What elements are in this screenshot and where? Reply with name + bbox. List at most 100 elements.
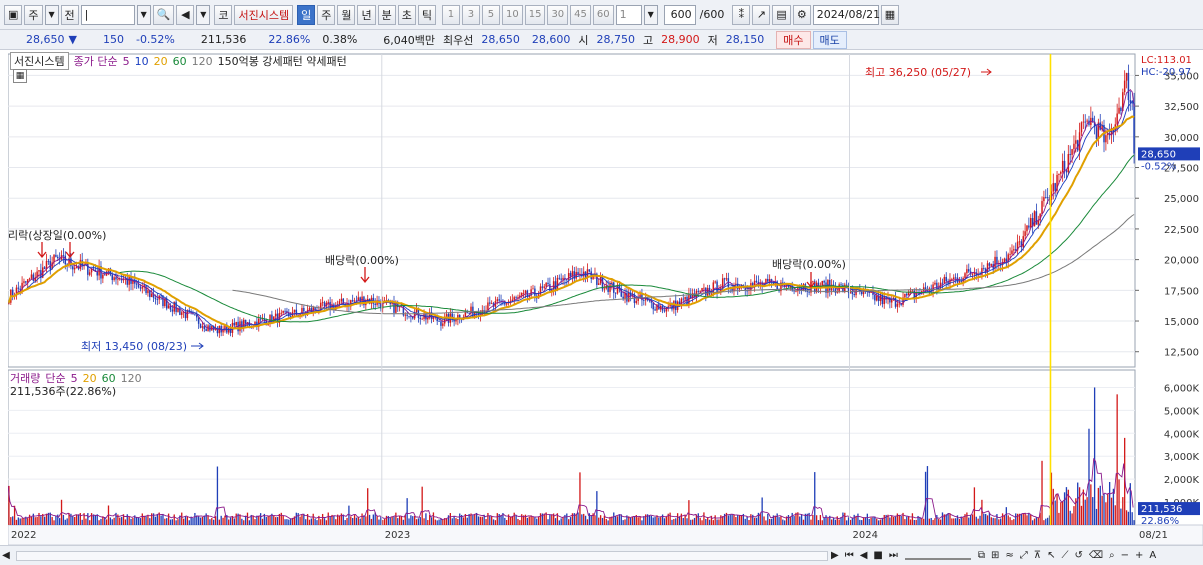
next-page-icon[interactable]: ⏭	[886, 547, 901, 565]
sell-button[interactable]: 매도	[812, 30, 847, 49]
code-dropdown-icon[interactable]: ▼	[136, 4, 151, 25]
layout-icon[interactable]: ▣	[4, 4, 23, 25]
volume-bar	[633, 516, 636, 525]
volume-bar	[1090, 484, 1092, 525]
candle-body	[652, 302, 654, 310]
trendline-icon[interactable]: ↗	[752, 4, 771, 25]
volume-bar	[705, 519, 707, 525]
volume-bar	[81, 519, 83, 525]
volume-bar	[665, 516, 668, 525]
volume-bar	[680, 513, 683, 525]
period-3-button[interactable]: 년	[357, 4, 376, 25]
gear-icon[interactable]: ⚙	[792, 4, 811, 25]
period-1-button[interactable]: 주	[317, 4, 336, 25]
interval-15-button[interactable]: 15	[524, 4, 546, 25]
interval-30-button[interactable]: 30	[547, 4, 569, 25]
zoom-slider[interactable]	[904, 552, 971, 560]
display-count-input[interactable]: 600	[663, 4, 696, 25]
cycle-tool-icon[interactable]: ↺	[1072, 547, 1086, 565]
font-size-icon[interactable]: A	[1146, 547, 1159, 565]
volume-bar	[938, 519, 940, 525]
interval-45-button[interactable]: 45	[570, 4, 591, 25]
interval-3-button[interactable]: 3	[461, 4, 480, 25]
volume-bar	[355, 517, 358, 525]
zoom-icon[interactable]: ⌕	[1106, 547, 1118, 565]
volume-bar	[727, 515, 729, 525]
market-prefix[interactable]: 코	[214, 4, 233, 25]
price-volume-chart[interactable]: 35,00032,50030,00027,50025,00022,50020,0…	[8, 52, 1203, 545]
date-input[interactable]: 2024/08/21	[812, 4, 880, 25]
period-0-button[interactable]: 일	[297, 4, 316, 25]
candle-body	[663, 310, 666, 312]
indicator-icon[interactable]: ⁑	[732, 4, 751, 25]
volume-bar	[782, 519, 784, 525]
code-input[interactable]: |	[80, 4, 135, 25]
calendar-icon[interactable]: ▦	[880, 4, 900, 25]
buy-button[interactable]: 매수	[776, 30, 811, 49]
scroll-left-icon[interactable]: ◀	[0, 547, 12, 565]
volume-bar	[342, 514, 344, 525]
stop-icon[interactable]: ■	[870, 547, 885, 565]
copy-icon[interactable]: ⧉	[975, 547, 988, 565]
legend-stock-name[interactable]: 서진시스템	[10, 52, 69, 70]
count-input[interactable]: 1	[615, 4, 642, 25]
volume-bar	[310, 518, 313, 525]
resize-icon[interactable]: ⤢	[1017, 547, 1031, 565]
volume-bar	[763, 516, 765, 525]
save-icon[interactable]: ▤	[772, 4, 791, 25]
eraser-icon[interactable]: ⌫	[1086, 547, 1106, 565]
candle-body	[853, 294, 855, 296]
volume-bar	[72, 516, 74, 525]
volume-bar	[89, 520, 91, 525]
grid-table-icon[interactable]: ▦	[13, 69, 27, 83]
volume-bar	[182, 518, 185, 525]
draw-icon[interactable]: ≈	[1002, 547, 1016, 565]
first-icon[interactable]: ⏮	[842, 547, 857, 565]
candle-body	[911, 290, 914, 292]
type-dropdown-icon[interactable]: ▼	[44, 4, 59, 25]
volume-bar	[348, 505, 350, 525]
candle-body	[150, 293, 153, 298]
volume-bar	[10, 517, 12, 525]
candle-body	[1080, 122, 1083, 133]
stock-name-label[interactable]: 서진시스템	[234, 4, 294, 25]
interval-10-button[interactable]: 10	[501, 4, 523, 25]
zoom-out-icon[interactable]: −	[1118, 547, 1132, 565]
search-icon[interactable]: 🔍	[152, 4, 175, 25]
paste-icon[interactable]: ⊞	[988, 547, 1002, 565]
type-selector[interactable]: 주	[24, 4, 43, 25]
prefix-button[interactable]: 전	[60, 4, 79, 25]
volume-bar	[34, 517, 36, 525]
prev-page-icon[interactable]: ◀	[857, 547, 871, 565]
period-group: 일주월년분초틱	[297, 4, 436, 25]
speaker-icon[interactable]: ◀	[176, 4, 195, 25]
volume-bar	[397, 518, 399, 525]
trend-tool-icon[interactable]: ⟋	[1059, 547, 1072, 565]
period-6-button[interactable]: 틱	[417, 4, 436, 25]
period-4-button[interactable]: 분	[377, 4, 396, 25]
zoom-in-icon[interactable]: +	[1132, 547, 1146, 565]
candle-body	[1063, 160, 1066, 171]
candle-body	[960, 281, 963, 282]
candle-body	[308, 308, 311, 310]
volume-bar	[799, 516, 801, 525]
period-2-button[interactable]: 월	[337, 4, 356, 25]
scroll-track[interactable]	[16, 550, 828, 561]
interval-1-button[interactable]: 1	[441, 4, 460, 25]
volume-bar	[953, 518, 955, 525]
candle-body	[180, 312, 183, 315]
interval-5-button[interactable]: 5	[481, 4, 500, 25]
volume-bar	[568, 519, 570, 525]
volume-bar	[517, 518, 519, 525]
speaker-dropdown-icon[interactable]: ▼	[196, 4, 211, 25]
interval-60-button[interactable]: 60	[592, 4, 614, 25]
volume-bar	[398, 515, 401, 525]
candle-body	[1045, 197, 1047, 198]
candle-body	[639, 294, 641, 297]
arrow-tool-icon[interactable]: ↖	[1044, 547, 1058, 565]
fib-icon[interactable]: ⊼	[1031, 547, 1044, 565]
chart-area[interactable]: 35,000 32,500 30,000 27,500 25,000 22,500 20,0…	[8, 52, 1203, 547]
period-5-button[interactable]: 초	[397, 4, 416, 25]
next-icon[interactable]: ▶	[828, 547, 842, 565]
count-dropdown-icon[interactable]: ▼	[643, 4, 658, 25]
